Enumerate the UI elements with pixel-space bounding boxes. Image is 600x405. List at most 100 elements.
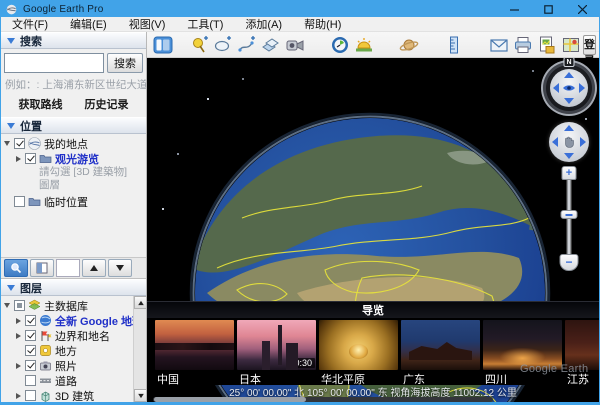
primary-database-label[interactable]: 主数据库 xyxy=(44,298,88,313)
move-joystick[interactable] xyxy=(549,122,589,162)
tree-row-3d-buildings[interactable]: 3D 建筑 xyxy=(3,388,146,402)
add-placemark-button[interactable] xyxy=(187,34,211,56)
sightseeing-label[interactable]: 观光游览 xyxy=(55,151,99,166)
expand-icon[interactable] xyxy=(14,393,22,399)
look-down-icon[interactable] xyxy=(564,98,574,104)
move-left-icon[interactable] xyxy=(552,137,558,147)
history-link[interactable]: 历史记录 xyxy=(85,96,129,112)
sign-in-button[interactable]: 登录 xyxy=(583,35,596,55)
primary-database-checkbox[interactable] xyxy=(14,300,25,311)
sunlight-button[interactable] xyxy=(352,34,376,56)
new-google-earth-label[interactable]: 全新 Google 地球 xyxy=(55,313,143,328)
my-places-checkbox[interactable] xyxy=(14,138,25,149)
places-layer-checkbox[interactable] xyxy=(25,345,36,356)
tour-scrollbar-thumb[interactable] xyxy=(154,397,306,402)
move-down-button[interactable] xyxy=(108,259,132,277)
new-google-earth-checkbox[interactable] xyxy=(25,315,36,326)
move-up-button[interactable] xyxy=(82,259,106,277)
menu-file[interactable]: 文件(F) xyxy=(1,17,59,31)
borders-labels-label[interactable]: 边界和地名 xyxy=(55,328,110,343)
tour-thumb-china[interactable] xyxy=(155,320,234,370)
expand-icon[interactable] xyxy=(14,318,22,324)
close-button[interactable] xyxy=(565,1,599,17)
places-panel-header[interactable]: 位置 xyxy=(1,117,146,134)
tour-label-guangdong[interactable]: 广东 xyxy=(401,371,480,385)
add-polygon-button[interactable] xyxy=(211,34,235,56)
temporary-places-checkbox[interactable] xyxy=(14,196,25,207)
overview-toggle-button[interactable] xyxy=(30,259,54,277)
sidebar-toggle-button[interactable] xyxy=(151,34,175,56)
search-button[interactable]: 搜索 xyxy=(107,53,143,73)
tree-row-borders-labels[interactable]: 边界和地名 xyxy=(3,328,146,343)
roads-checkbox[interactable] xyxy=(25,375,36,386)
sightseeing-checkbox[interactable] xyxy=(25,153,36,164)
tree-row-new-google-earth[interactable]: 全新 Google 地球 xyxy=(3,313,146,328)
photos-checkbox[interactable] xyxy=(25,360,36,371)
my-places-label[interactable]: 我的地点 xyxy=(44,136,88,151)
minimize-button[interactable] xyxy=(497,1,531,17)
tour-label-china[interactable]: 中国 xyxy=(155,371,234,385)
look-right-icon[interactable] xyxy=(579,83,585,93)
email-button[interactable] xyxy=(487,34,511,56)
historical-imagery-button[interactable] xyxy=(328,34,352,56)
ruler-button[interactable] xyxy=(442,34,466,56)
zoom-in-button[interactable]: + xyxy=(562,166,577,180)
temporary-places-label[interactable]: 临时位置 xyxy=(44,194,88,209)
menu-help[interactable]: 帮助(H) xyxy=(293,17,352,31)
scroll-down-button[interactable] xyxy=(134,389,146,402)
search-input[interactable] xyxy=(4,53,104,73)
tree-row-temporary-places[interactable]: 临时位置 xyxy=(3,194,146,209)
expand-icon[interactable] xyxy=(14,156,22,162)
layers-panel-header[interactable]: 图层 xyxy=(1,279,146,296)
tree-row-places-layer[interactable]: 地方 xyxy=(3,343,146,358)
move-right-icon[interactable] xyxy=(580,137,586,147)
tour-scrollbar[interactable] xyxy=(153,397,493,402)
photos-label[interactable]: 照片 xyxy=(55,358,77,373)
buildings-checkbox[interactable] xyxy=(25,390,36,401)
menu-add[interactable]: 添加(A) xyxy=(234,17,293,31)
borders-labels-checkbox[interactable] xyxy=(25,330,36,341)
get-directions-link[interactable]: 获取路线 xyxy=(19,96,63,112)
print-button[interactable] xyxy=(511,34,535,56)
earth-3d-view[interactable]: N xyxy=(147,58,599,402)
zoom-out-button[interactable]: − xyxy=(560,254,579,271)
planets-button[interactable] xyxy=(397,34,421,56)
tour-label-north-china-plain[interactable]: 华北平原 xyxy=(319,371,398,385)
opacity-value-box[interactable] xyxy=(56,259,80,277)
maximize-button[interactable] xyxy=(531,1,565,17)
tree-row-my-places[interactable]: 我的地点 xyxy=(3,136,146,151)
tour-thumb-japan[interactable]: 00:30 xyxy=(237,320,316,370)
expand-icon[interactable] xyxy=(3,141,11,146)
look-left-icon[interactable] xyxy=(553,83,559,93)
tree-row-roads[interactable]: 道路 xyxy=(3,373,146,388)
search-panel-header[interactable]: 搜索 xyxy=(1,32,146,49)
scroll-up-button[interactable] xyxy=(134,296,146,309)
view-in-maps-button[interactable] xyxy=(559,34,583,56)
expand-icon[interactable] xyxy=(14,333,22,339)
north-indicator[interactable]: N xyxy=(564,58,575,67)
menu-edit[interactable]: 编辑(E) xyxy=(59,17,118,31)
move-down-icon[interactable] xyxy=(564,153,574,159)
tree-row-primary-database[interactable]: 主数据库 xyxy=(3,298,146,313)
tree-row-sightseeing[interactable]: 观光游览 xyxy=(3,151,146,166)
roads-label[interactable]: 道路 xyxy=(55,373,77,388)
places-layer-label[interactable]: 地方 xyxy=(55,343,77,358)
zoom-thumb[interactable] xyxy=(561,210,578,219)
menu-tools[interactable]: 工具(T) xyxy=(176,17,234,31)
move-up-icon[interactable] xyxy=(564,125,574,131)
add-path-button[interactable] xyxy=(235,34,259,56)
look-up-icon[interactable] xyxy=(564,72,574,78)
expand-icon[interactable] xyxy=(3,303,11,308)
look-joystick[interactable]: N xyxy=(541,60,597,116)
add-image-overlay-button[interactable] xyxy=(259,34,283,56)
buildings-label[interactable]: 3D 建筑 xyxy=(55,388,94,402)
save-image-button[interactable] xyxy=(535,34,559,56)
search-places-button[interactable] xyxy=(4,259,28,277)
tour-thumb-north-china-plain[interactable] xyxy=(319,320,398,370)
expand-icon[interactable] xyxy=(14,363,22,369)
tour-thumb-guangdong[interactable] xyxy=(401,320,480,370)
look-joystick-disc[interactable] xyxy=(550,69,588,107)
layers-scrollbar[interactable] xyxy=(133,296,146,402)
record-tour-button[interactable] xyxy=(283,34,307,56)
zoom-slider[interactable]: + − xyxy=(555,166,583,278)
